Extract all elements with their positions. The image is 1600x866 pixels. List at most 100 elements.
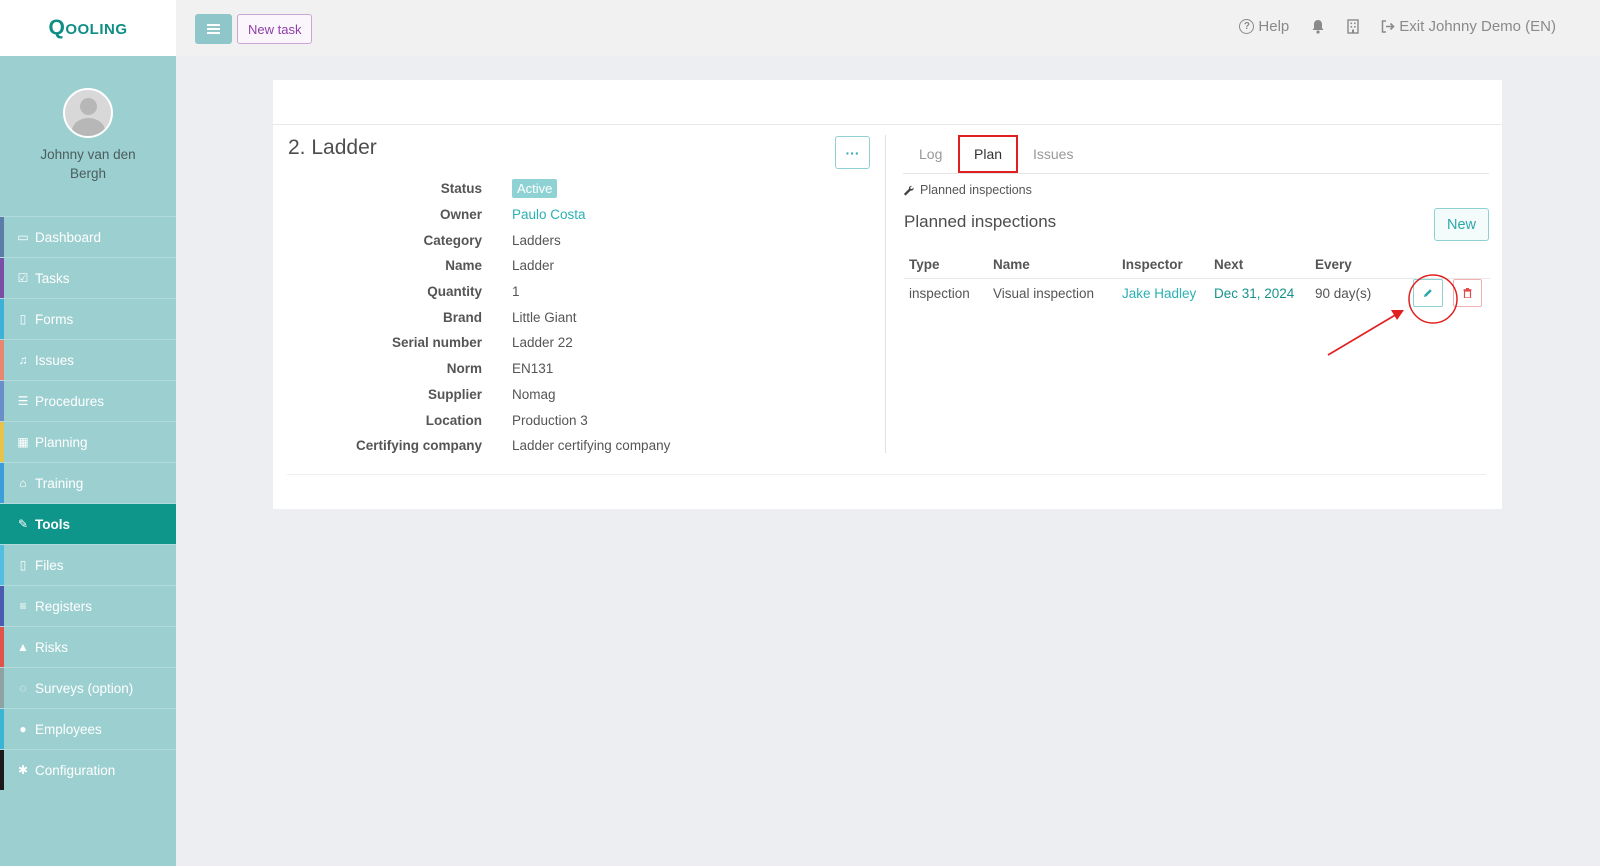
sidebar-item-procedures[interactable]: ☰ Procedures: [0, 380, 176, 421]
new-task-button[interactable]: New task: [237, 14, 313, 44]
property-value-cell: Ladder: [512, 258, 554, 273]
property-row: Name Ladder: [288, 253, 670, 279]
property-label: Serial number: [391, 335, 482, 351]
property-label: Quantity: [427, 284, 482, 300]
sidebar-item-forms[interactable]: ▯ Forms: [0, 298, 176, 339]
user-name[interactable]: Johnny van den Bergh: [28, 145, 148, 183]
more-options-button[interactable]: ···: [835, 136, 870, 169]
property-label: Certifying company: [355, 438, 482, 454]
property-value: EN131: [512, 361, 554, 377]
help-label: Help: [1258, 18, 1290, 35]
new-inspection-button[interactable]: New: [1434, 208, 1489, 241]
property-row: Owner Paulo Costa: [288, 202, 670, 228]
sidebar-nav: ▭ Dashboard ☑ Tasks ▯ Forms ♫ Issues ☰ Procedures…: [0, 216, 176, 790]
sidebar-item-color-edge: [0, 709, 4, 749]
column-header-every: Every: [1310, 252, 1490, 279]
column-header-name: Name: [988, 252, 1117, 279]
wrench-icon: [904, 185, 914, 195]
detail-tabs: Log Plan Issues: [903, 135, 1489, 174]
sidebar: Johnny van den Bergh ▭ Dashboard ☑ Tasks ▯ Fo…: [0, 56, 176, 866]
sidebar-item-configuration[interactable]: ✱ Configuration: [0, 749, 176, 790]
sidebar-item-color-edge: [0, 463, 4, 503]
property-label: Category: [423, 232, 482, 248]
cell-inspector-link[interactable]: Jake Hadley: [1117, 278, 1209, 308]
tool-detail-card: 2. Ladder ··· Status Active Owner Paulo Cos…: [273, 80, 1502, 509]
trash-icon: [1463, 288, 1472, 298]
file-icon: ▯: [19, 312, 27, 326]
tool-properties: Status Active Owner Paulo Costa Category Ladd…: [288, 176, 670, 459]
file-pdf-icon: ▯: [19, 558, 27, 572]
property-label: Status: [440, 181, 482, 197]
table-row: inspection Visual inspection Jake Hadley…: [904, 278, 1490, 308]
property-value-cell: Ladder certifying company: [512, 438, 670, 453]
sidebar-item-label: Planning: [35, 434, 88, 450]
logo-area[interactable]: Qooling: [0, 0, 176, 56]
sidebar-item-risks[interactable]: ▲ Risks: [0, 626, 176, 667]
sidebar-item-planning[interactable]: ▦ Planning: [0, 421, 176, 462]
check-square-icon: ☑: [17, 271, 29, 285]
bell-icon: ♫: [18, 353, 28, 367]
help-link[interactable]: ? Help: [1239, 18, 1289, 35]
tab-issues[interactable]: Issues: [1033, 135, 1073, 173]
property-value-cell: Little Giant: [512, 310, 577, 325]
sidebar-item-color-edge: [0, 340, 4, 380]
property-value-cell: Ladders: [512, 233, 561, 248]
sidebar-item-issues[interactable]: ♫ Issues: [0, 339, 176, 380]
monitor-icon: ▭: [17, 230, 29, 244]
sidebar-item-files[interactable]: ▯ Files: [0, 544, 176, 585]
column-header-type: Type: [904, 252, 988, 279]
sidebar-item-tools[interactable]: ✎ Tools: [0, 503, 176, 544]
sidebar-item-color-edge: [0, 381, 4, 421]
sidebar-item-surveys-option[interactable]: ◌ Surveys (option): [0, 667, 176, 708]
delete-inspection-button[interactable]: [1453, 279, 1482, 307]
notifications-button[interactable]: [1311, 19, 1325, 34]
table-header-row: Type Name Inspector Next Every: [904, 252, 1490, 279]
pencil-icon: [1424, 289, 1432, 297]
edit-inspection-button[interactable]: [1413, 279, 1443, 307]
avatar[interactable]: [63, 88, 113, 138]
sidebar-item-dashboard[interactable]: ▭ Dashboard: [0, 216, 176, 257]
exit-demo-label: Exit Johnny Demo (EN): [1399, 18, 1556, 35]
top-right-actions: ? Help Exit Johnny Demo (EN): [1239, 18, 1556, 35]
sidebar-item-label: Employees: [35, 721, 102, 737]
app-logo[interactable]: Qooling: [49, 16, 128, 40]
sidebar-item-employees[interactable]: ● Employees: [0, 708, 176, 749]
menu-toggle-button[interactable]: [195, 14, 232, 44]
property-value-cell: Nomag: [512, 387, 556, 402]
property-row: Brand Little Giant: [288, 304, 670, 330]
sidebar-item-color-edge: [0, 668, 4, 708]
property-value-cell: Ladder 22: [512, 335, 573, 350]
sidebar-item-registers[interactable]: ≡ Registers: [0, 585, 176, 626]
sidebar-item-color-edge: [0, 545, 4, 585]
property-value-link[interactable]: Paulo Costa: [512, 207, 586, 222]
sidebar-item-label: Procedures: [35, 393, 105, 409]
list-icon: ☰: [17, 394, 29, 408]
sidebar-item-tasks[interactable]: ☑ Tasks: [0, 257, 176, 298]
property-value: Little Giant: [512, 309, 577, 325]
sidebar-item-training[interactable]: ⌂ Training: [0, 462, 176, 503]
property-value: Ladder: [512, 258, 555, 274]
section-title: Planned inspections: [904, 212, 1057, 231]
tab-plan[interactable]: Plan: [958, 135, 1019, 173]
sidebar-item-color-edge: [0, 422, 4, 462]
property-label: Name: [445, 258, 482, 274]
building-button[interactable]: [1347, 19, 1359, 34]
list-lines-icon: ≡: [19, 599, 27, 613]
property-value: Ladders: [512, 232, 561, 248]
sidebar-item-label: Surveys (option): [35, 680, 134, 696]
bell-icon: [1312, 20, 1324, 34]
property-row: Serial number Ladder 22: [288, 330, 670, 356]
property-value: Production 3: [512, 412, 588, 428]
exit-demo-link[interactable]: Exit Johnny Demo (EN): [1381, 18, 1556, 35]
tab-log[interactable]: Log: [919, 135, 942, 173]
chat-icon: ◌: [19, 681, 27, 695]
calendar-icon: ▦: [17, 435, 29, 449]
sidebar-item-color-edge: [0, 258, 4, 298]
ellipsis-icon: ···: [845, 144, 860, 161]
planned-inspections-table: Type Name Inspector Next Every inspectio…: [904, 252, 1490, 308]
property-value-cell: Paulo Costa: [512, 207, 586, 222]
property-value-cell: 1: [512, 284, 520, 299]
property-row: Certifying company Ladder certifying comp…: [288, 433, 670, 459]
sidebar-item-label: Tools: [35, 516, 70, 532]
cell-next-date: Dec 31, 2024: [1214, 285, 1295, 301]
